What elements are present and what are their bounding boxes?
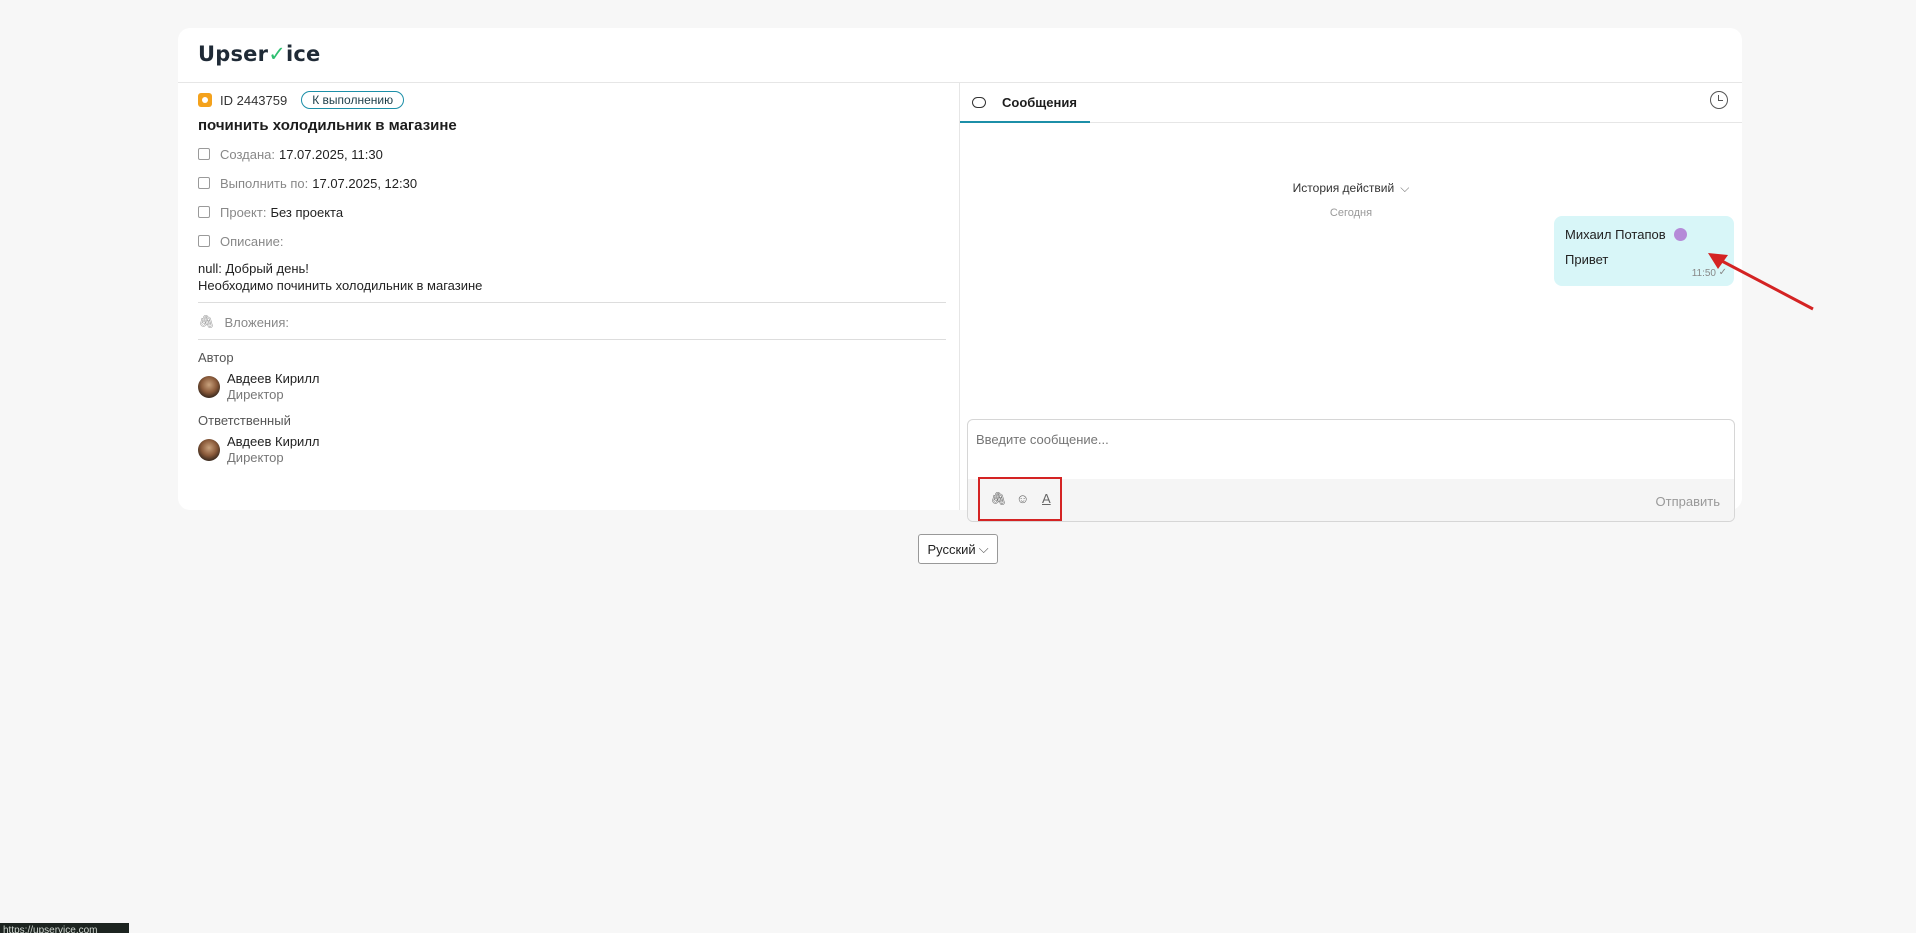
avatar: [198, 376, 220, 398]
assignee-name: Авдеев Кирилл: [227, 434, 320, 449]
status-bar-url: https://upservice.com: [0, 923, 129, 933]
user-role-icon: [1673, 228, 1687, 241]
task-details: ID 2443759 К выполнению починить холодил…: [198, 90, 946, 466]
chevron-down-icon: ⌵: [1400, 181, 1410, 195]
assignee-section-label: Ответственный: [198, 413, 291, 428]
assignee-role: Директор: [227, 450, 284, 465]
tab-messages[interactable]: Сообщения: [960, 83, 1090, 123]
divider: [198, 339, 946, 340]
description-label: Описание:: [220, 233, 284, 249]
avatar: [198, 439, 220, 461]
task-title: починить холодильник в магазине: [198, 117, 457, 134]
due-value: 17.07.2025, 12:30: [312, 175, 418, 191]
paperclip-icon: 🖇: [198, 314, 215, 329]
task-card: Upser✓ice ID 2443759 К выполнению почини…: [178, 28, 1742, 522]
user-badge-icon: [198, 93, 212, 107]
divider: [198, 302, 946, 303]
brand-logo: Upser✓ice: [198, 42, 321, 66]
chevron-down-icon: ⌵: [978, 541, 989, 556]
assignee[interactable]: Авдеев Кирилл Директор: [198, 434, 946, 466]
action-history-toggle[interactable]: История действий ⌵: [960, 181, 1742, 196]
send-button[interactable]: Отправить: [1656, 494, 1720, 509]
author-name: Авдеев Кирилл: [227, 371, 320, 386]
author-role: Директор: [227, 387, 284, 402]
chat-panel: Сообщения История действий ⌵ Сегодня Миха…: [960, 83, 1742, 522]
chat-tabs: Сообщения: [960, 83, 1742, 123]
history-icon[interactable]: [1710, 91, 1728, 109]
message-text: Привет: [1565, 252, 1609, 267]
description-text: null: Добрый день! Необходимо починить х…: [198, 261, 483, 293]
author[interactable]: Авдеев Кирилл Директор: [198, 371, 946, 403]
author-section-label: Автор: [198, 350, 234, 365]
project-label: Проект:: [220, 204, 267, 220]
message-composer: 🖇 ☺ A Отправить: [967, 419, 1735, 522]
message-sender: Михаил Потапов: [1565, 227, 1666, 242]
document-icon: [198, 235, 210, 247]
project-board-icon: [198, 206, 210, 218]
attachments-label[interactable]: Вложения:: [225, 315, 290, 330]
created-value: 17.07.2025, 11:30: [278, 146, 383, 162]
status-badge[interactable]: К выполнению: [301, 91, 405, 109]
due-label: Выполнить по:: [220, 175, 309, 191]
paperclip-icon[interactable]: 🖇: [990, 491, 1007, 507]
message-input[interactable]: [976, 432, 1726, 447]
calendar-icon: [198, 148, 210, 160]
task-id: ID 2443759: [220, 92, 288, 108]
created-label: Создана:: [220, 146, 275, 162]
red-arrow-annotation: [1708, 253, 1814, 311]
composer-toolbar: [968, 479, 1734, 521]
project-value[interactable]: Без проекта: [270, 205, 343, 220]
calendar-icon: [198, 177, 210, 189]
composer-tools-highlight: 🖇 ☺ A: [978, 477, 1062, 521]
language-select[interactable]: Русский ⌵: [918, 534, 998, 564]
text-format-icon[interactable]: A: [1042, 491, 1051, 506]
smile-icon[interactable]: ☺: [1016, 491, 1029, 506]
chat-bubble-icon: [972, 96, 986, 108]
